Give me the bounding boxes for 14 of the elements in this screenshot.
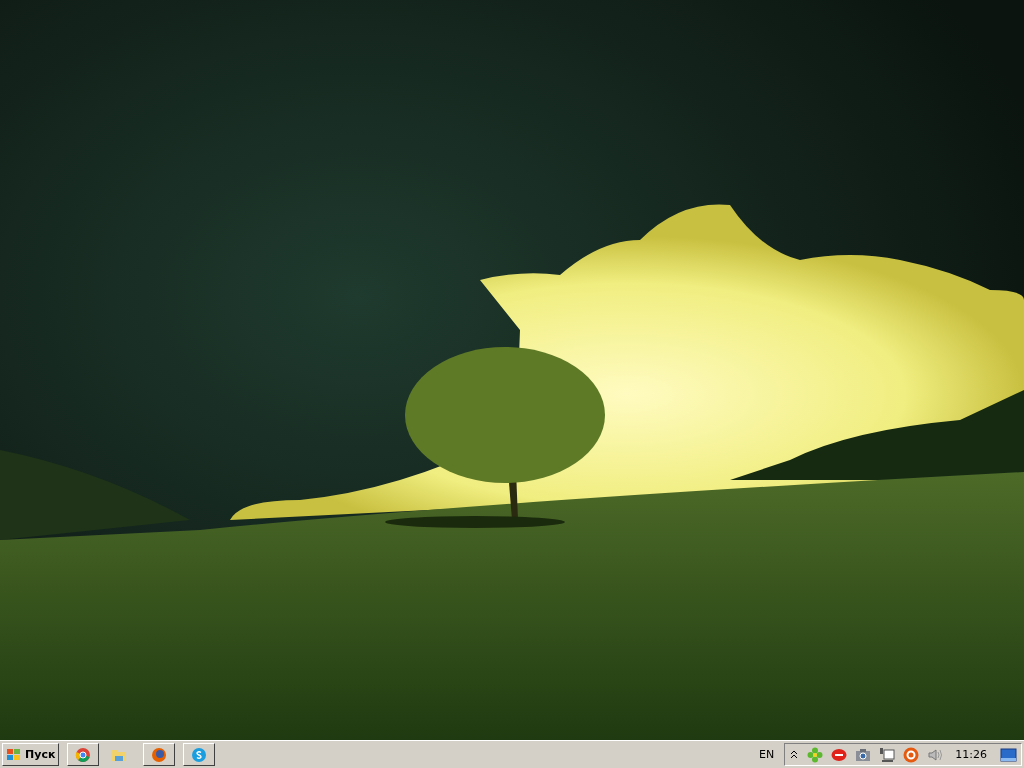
no-entry-icon[interactable]: [831, 746, 848, 763]
network-icon[interactable]: [879, 746, 896, 763]
start-button[interactable]: Пуск: [2, 743, 60, 766]
clock[interactable]: 11:26: [951, 748, 991, 761]
show-desktop-icon[interactable]: [999, 746, 1017, 763]
language-indicator[interactable]: EN: [753, 748, 781, 761]
skype-icon: [191, 746, 208, 763]
skype-button[interactable]: [183, 743, 216, 766]
windows-logo-icon: [6, 747, 22, 762]
firefox-icon: [151, 746, 168, 763]
chrome-icon: [75, 746, 92, 763]
browser-button[interactable]: [67, 743, 100, 766]
camera-icon[interactable]: [855, 746, 872, 763]
browser-button[interactable]: [143, 743, 176, 766]
